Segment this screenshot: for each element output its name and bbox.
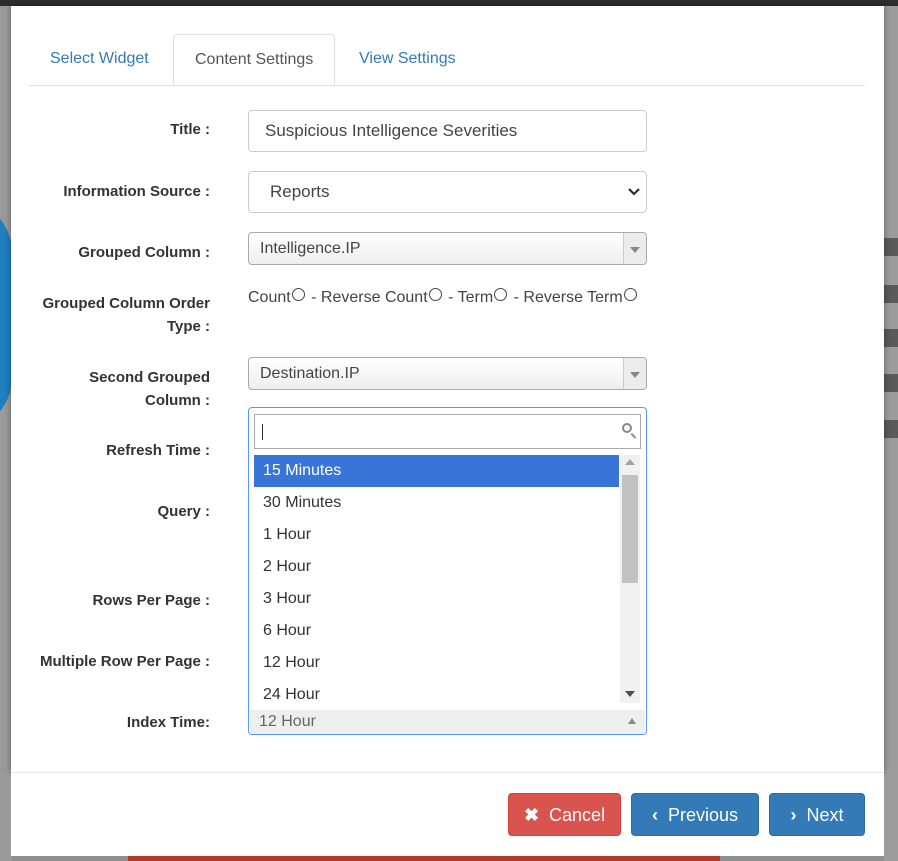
next-button-label: Next (806, 805, 844, 825)
dropdown-search-input[interactable] (254, 414, 641, 449)
scroll-down-icon[interactable] (625, 691, 635, 697)
close-icon: ✖ (523, 805, 540, 825)
tab-content-settings[interactable]: Content Settings (173, 34, 336, 85)
dropdown-option[interactable]: 12 Hour (254, 647, 619, 679)
scrollbar-thumb[interactable] (622, 475, 638, 583)
background-tag (882, 374, 898, 392)
dropdown-option[interactable]: 15 Minutes (254, 455, 619, 487)
order-type-radio-group: Count - Reverse Count - Term - Reverse T… (248, 288, 639, 307)
order-reverse-term-label: - Reverse Term (513, 289, 623, 306)
dropdown-option[interactable]: 2 Hour (254, 551, 619, 583)
index-time-select[interactable]: 12 Hour (250, 710, 645, 734)
tab-view-settings[interactable]: View Settings (338, 34, 477, 84)
dropdown-scrollbar[interactable] (620, 455, 640, 703)
index-time-value: 12 Hour (259, 713, 316, 730)
order-term-radio[interactable] (494, 288, 508, 301)
tab-select-widget[interactable]: Select Widget (29, 34, 170, 84)
dropdown-options-list: 15 Minutes 30 Minutes 1 Hour 2 Hour 3 Ho… (254, 455, 619, 711)
second-grouped-column-label: Second Grouped Column : (11, 366, 210, 412)
grouped-column-select[interactable]: Intelligence.IP (248, 232, 647, 265)
background-tag (882, 329, 898, 347)
title-input[interactable]: Suspicious Intelligence Severities (248, 110, 647, 152)
order-type-label-line1: Grouped Column Order (42, 295, 210, 312)
grouped-column-label: Grouped Column : (78, 244, 210, 261)
order-type-label: Grouped Column Order Type : (11, 292, 210, 338)
dropdown-option[interactable]: 6 Hour (254, 615, 619, 647)
dropdown-option[interactable]: 24 Hour (254, 679, 619, 711)
refresh-time-dropdown: 15 Minutes 30 Minutes 1 Hour 2 Hour 3 Ho… (248, 407, 647, 735)
modal-footer: ✖ Cancel ‹ Previous › Next (11, 772, 884, 856)
chevron-down-icon (628, 188, 640, 196)
order-count-radio[interactable] (291, 288, 305, 301)
chevron-down-icon (623, 233, 646, 264)
chevron-up-icon (628, 718, 636, 724)
scroll-up-icon[interactable] (625, 459, 635, 465)
second-grouped-column-value: Destination.IP (260, 365, 360, 382)
previous-button[interactable]: ‹ Previous (631, 793, 759, 836)
second-grouped-label-line1: Second Grouped (89, 369, 210, 386)
order-reverse-count-label: - Reverse Count (311, 289, 428, 306)
search-icon (622, 423, 632, 433)
chevron-down-icon (623, 358, 646, 389)
order-type-label-line2: Type : (166, 318, 210, 335)
second-grouped-column-select[interactable]: Destination.IP (248, 357, 647, 390)
information-source-value: Reports (270, 182, 330, 201)
widget-settings-modal: Select Widget Content Settings View Sett… (11, 6, 884, 772)
order-count-label: Count (248, 289, 291, 306)
index-time-label: Index Time: (126, 714, 210, 731)
background-tag (882, 420, 898, 438)
multiple-row-per-page-label: Multiple Row Per Page : (39, 653, 210, 670)
next-button[interactable]: › Next (769, 793, 865, 836)
chevron-right-icon: › (790, 805, 797, 825)
text-cursor (262, 424, 263, 440)
information-source-select[interactable]: Reports (248, 171, 647, 213)
grouped-column-value: Intelligence.IP (260, 240, 361, 257)
order-reverse-count-radio[interactable] (428, 288, 442, 301)
order-reverse-term-radio[interactable] (623, 288, 637, 301)
previous-button-label: Previous (667, 805, 739, 825)
chevron-left-icon: ‹ (651, 805, 658, 825)
tab-bar: Select Widget Content Settings View Sett… (29, 34, 865, 86)
cancel-button-label: Cancel (549, 805, 606, 825)
order-term-label: - Term (448, 289, 494, 306)
cancel-button[interactable]: ✖ Cancel (508, 793, 621, 836)
query-label: Query : (157, 503, 210, 520)
refresh-time-label: Refresh Time : (106, 442, 210, 459)
rows-per-page-label: Rows Per Page : (92, 592, 210, 609)
dropdown-option[interactable]: 3 Hour (254, 583, 619, 615)
background-tag (882, 285, 898, 303)
second-grouped-label-line2: Column : (145, 392, 210, 409)
dropdown-option[interactable]: 1 Hour (254, 519, 619, 551)
dropdown-option[interactable]: 30 Minutes (254, 487, 619, 519)
background-tag (882, 238, 898, 256)
title-label: Title : (170, 121, 210, 138)
information-source-label: Information Source : (63, 183, 210, 200)
